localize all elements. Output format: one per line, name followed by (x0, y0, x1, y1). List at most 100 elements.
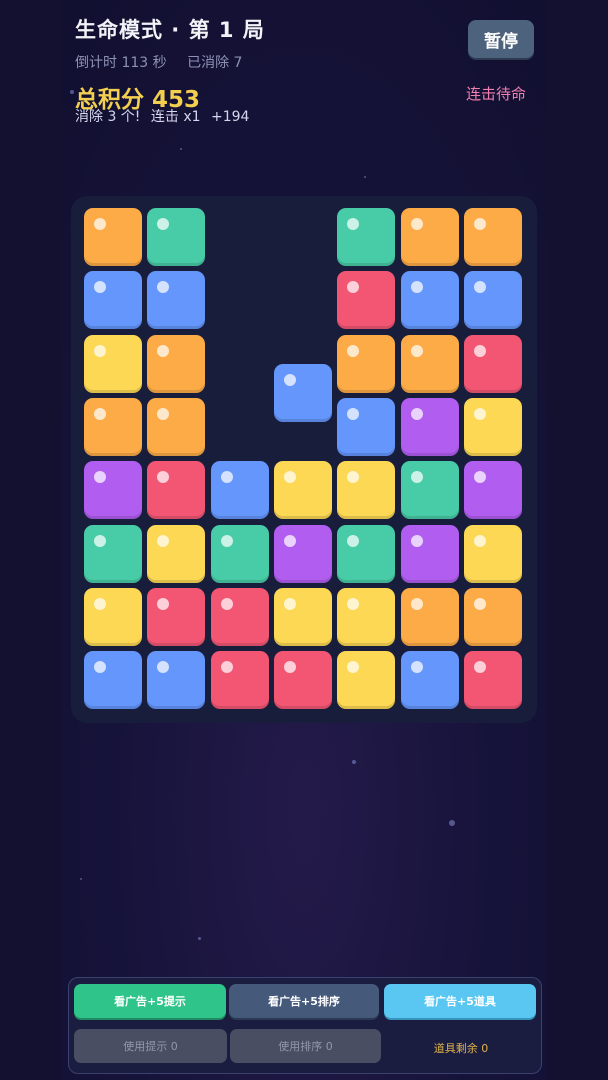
right-margin (546, 0, 608, 1080)
block-highlight (284, 598, 296, 610)
block-orange[interactable] (84, 208, 142, 266)
block-teal[interactable] (337, 208, 395, 266)
block-highlight (94, 218, 106, 230)
block-purple[interactable] (464, 461, 522, 519)
combo-status: 连击待命 (466, 85, 527, 103)
block-highlight (94, 535, 106, 547)
block-blue[interactable] (147, 271, 205, 329)
block-highlight (284, 374, 296, 386)
block-highlight (94, 471, 106, 483)
block-yellow[interactable] (84, 588, 142, 646)
block-highlight (94, 281, 106, 293)
block-highlight (474, 345, 486, 357)
block-red[interactable] (464, 335, 522, 393)
star-dot (180, 148, 182, 150)
block-orange[interactable] (147, 335, 205, 393)
game-title: 生命模式 · 第 1 局 (75, 18, 265, 42)
combo-multiplier: 连击 x1 (150, 109, 201, 125)
block-highlight (284, 661, 296, 673)
block-yellow[interactable] (337, 651, 395, 709)
block-orange[interactable] (84, 398, 142, 456)
star-dot (80, 878, 82, 880)
block-highlight (347, 281, 359, 293)
block-blue[interactable] (337, 398, 395, 456)
block-teal[interactable] (401, 461, 459, 519)
block-red[interactable] (147, 588, 205, 646)
use-sort-button[interactable]: 使用排序 0 (230, 1029, 381, 1063)
block-blue[interactable] (147, 651, 205, 709)
block-purple[interactable] (401, 525, 459, 583)
block-red[interactable] (274, 651, 332, 709)
block-highlight (474, 661, 486, 673)
block-highlight (347, 598, 359, 610)
block-highlight (221, 535, 233, 547)
block-blue[interactable] (84, 271, 142, 329)
block-yellow[interactable] (274, 588, 332, 646)
game-board (71, 196, 537, 723)
block-highlight (94, 345, 106, 357)
block-highlight (474, 598, 486, 610)
block-highlight (411, 598, 423, 610)
block-purple[interactable] (401, 398, 459, 456)
ad-sort-button[interactable]: 看广告+5排序 (229, 984, 379, 1018)
star-dot (198, 937, 201, 940)
star-dot (70, 90, 74, 94)
countdown-text: 倒计时 113 秒 (75, 55, 167, 71)
block-purple[interactable] (274, 525, 332, 583)
use-hint-button[interactable]: 使用提示 0 (74, 1029, 227, 1063)
block-highlight (474, 281, 486, 293)
block-yellow[interactable] (84, 335, 142, 393)
block-blue[interactable] (464, 271, 522, 329)
block-highlight (411, 661, 423, 673)
left-margin (0, 0, 62, 1080)
block-highlight (347, 408, 359, 420)
block-highlight (157, 218, 169, 230)
block-orange[interactable] (464, 588, 522, 646)
block-orange[interactable] (337, 335, 395, 393)
block-blue[interactable] (401, 271, 459, 329)
block-orange[interactable] (464, 208, 522, 266)
status-line: 倒计时 113 秒 已消除 7 (75, 52, 265, 72)
star-dot (364, 176, 366, 178)
block-orange[interactable] (401, 588, 459, 646)
block-yellow[interactable] (337, 461, 395, 519)
block-orange[interactable] (401, 335, 459, 393)
block-red[interactable] (337, 271, 395, 329)
clear-message: 消除 3 个! (75, 109, 141, 125)
block-yellow[interactable] (464, 398, 522, 456)
block-red[interactable] (211, 651, 269, 709)
block-teal[interactable] (147, 208, 205, 266)
block-highlight (347, 471, 359, 483)
block-highlight (411, 408, 423, 420)
block-teal[interactable] (211, 525, 269, 583)
block-red[interactable] (464, 651, 522, 709)
block-highlight (347, 218, 359, 230)
pause-button[interactable]: 暂停 (468, 20, 534, 58)
block-highlight (411, 218, 423, 230)
block-highlight (411, 535, 423, 547)
block-orange[interactable] (401, 208, 459, 266)
block-teal[interactable] (337, 525, 395, 583)
block-yellow[interactable] (337, 588, 395, 646)
block-purple[interactable] (84, 461, 142, 519)
block-highlight (157, 345, 169, 357)
block-highlight (94, 408, 106, 420)
block-highlight (411, 281, 423, 293)
falling-block[interactable] (274, 364, 332, 422)
block-highlight (411, 471, 423, 483)
star-dot (449, 820, 455, 826)
block-highlight (474, 218, 486, 230)
ad-hint-button[interactable]: 看广告+5提示 (74, 984, 226, 1018)
block-highlight (284, 535, 296, 547)
block-yellow[interactable] (464, 525, 522, 583)
block-yellow[interactable] (274, 461, 332, 519)
block-red[interactable] (211, 588, 269, 646)
block-red[interactable] (147, 461, 205, 519)
block-blue[interactable] (211, 461, 269, 519)
block-orange[interactable] (147, 398, 205, 456)
block-blue[interactable] (401, 651, 459, 709)
block-teal[interactable] (84, 525, 142, 583)
block-blue[interactable] (84, 651, 142, 709)
block-yellow[interactable] (147, 525, 205, 583)
ad-item-button[interactable]: 看广告+5道具 (384, 984, 536, 1018)
